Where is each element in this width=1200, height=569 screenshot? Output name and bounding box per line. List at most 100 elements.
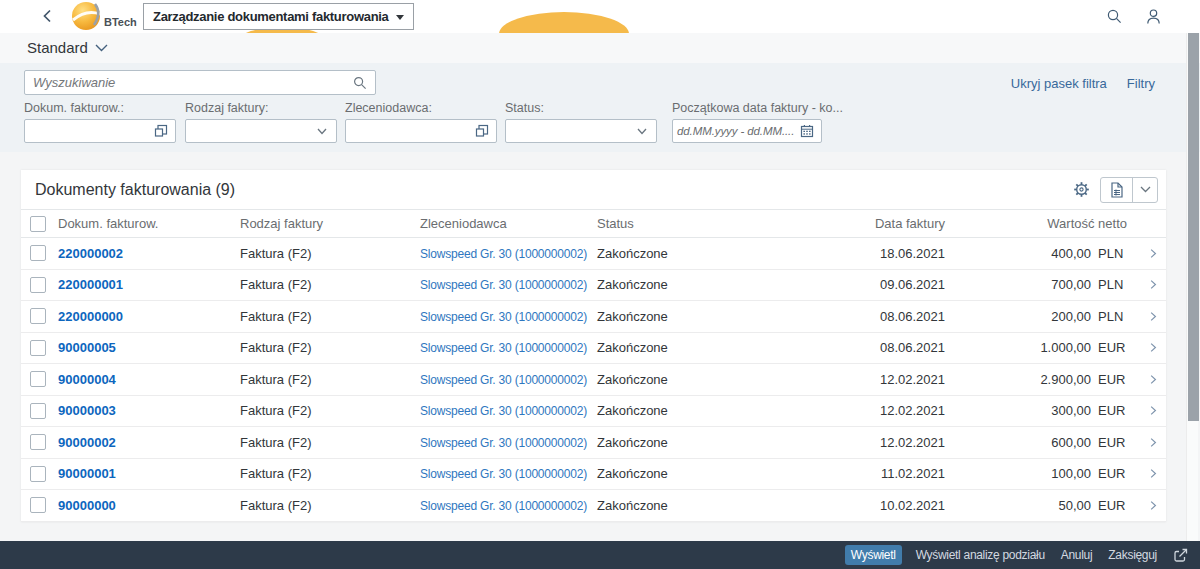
invoice-doc-link[interactable]: 220000001 [58, 277, 123, 292]
row-nav-icon[interactable] [1150, 248, 1157, 259]
table-row[interactable]: 90000002 Faktura (F2) Slowspeed Gr. 30 (… [21, 427, 1166, 459]
payer-input-inner[interactable] [346, 124, 475, 139]
filters-link[interactable]: Filtry [1127, 76, 1155, 91]
payer-link[interactable]: Slowspeed Gr. 30 (1000000002) [420, 467, 587, 481]
row-nav-icon[interactable] [1150, 279, 1157, 290]
payer-link[interactable]: Slowspeed Gr. 30 (1000000002) [420, 278, 587, 292]
hide-filter-bar-link[interactable]: Ukryj pasek filtra [1011, 76, 1107, 91]
payer-link[interactable]: Slowspeed Gr. 30 (1000000002) [420, 341, 587, 355]
export-button[interactable] [1101, 178, 1133, 202]
export-split-button [1100, 177, 1158, 203]
filter-field-payer: Zleceniodawca: [345, 101, 497, 143]
doc-number-input[interactable] [24, 119, 176, 143]
invoice-type-select[interactable] [185, 119, 337, 143]
variant-bar: Standard [0, 33, 1200, 63]
row-checkbox[interactable] [30, 466, 46, 482]
table-row[interactable]: 90000001 Faktura (F2) Slowspeed Gr. 30 (… [21, 459, 1166, 491]
row-checkbox[interactable] [30, 371, 46, 387]
column-header-type[interactable]: Rodzaj faktury [236, 216, 416, 231]
table-row[interactable]: 220000000 Faktura (F2) Slowspeed Gr. 30 … [21, 301, 1166, 333]
invoice-date-range-input[interactable] [672, 119, 822, 143]
doc-number-input-inner[interactable] [25, 124, 154, 139]
row-checkbox[interactable] [30, 434, 46, 450]
shell-search-icon[interactable] [1106, 8, 1123, 25]
invoice-doc-link[interactable]: 90000003 [58, 403, 116, 418]
invoice-date-cell: 12.02.2021 [771, 403, 951, 418]
company-logo[interactable]: BTech [71, 1, 135, 32]
column-header-payer[interactable]: Zleceniodawca [416, 216, 593, 231]
invoice-doc-link[interactable]: 220000000 [58, 309, 123, 324]
app-title-menu[interactable]: Zarządzanie dokumentami fakturowania [143, 3, 414, 30]
column-header-status[interactable]: Status [593, 216, 771, 231]
cancel-button[interactable]: Anuluj [1059, 546, 1095, 564]
display-split-analysis-button[interactable]: Wyświetl analizę podziału [914, 546, 1047, 564]
value-help-icon[interactable] [475, 124, 489, 138]
net-value-cell: 1.000,00EUR [951, 340, 1140, 355]
row-nav-icon[interactable] [1150, 500, 1157, 511]
value-help-icon[interactable] [154, 124, 168, 138]
row-checkbox[interactable] [30, 308, 46, 324]
search-field[interactable] [24, 70, 376, 95]
payer-link[interactable]: Slowspeed Gr. 30 (1000000002) [420, 499, 587, 513]
open-external-icon[interactable] [1173, 548, 1188, 563]
column-header-netvalue[interactable]: Wartość netto [951, 216, 1140, 231]
search-icon[interactable] [353, 76, 367, 90]
table-row[interactable]: 220000001 Faktura (F2) Slowspeed Gr. 30 … [21, 270, 1166, 302]
post-button[interactable]: Zaksięguj [1106, 546, 1159, 564]
status-cell: Zakończone [593, 277, 771, 292]
payer-link[interactable]: Slowspeed Gr. 30 (1000000002) [420, 373, 587, 387]
export-menu-button[interactable] [1133, 178, 1157, 202]
search-input[interactable] [25, 75, 353, 90]
table-title: Dokumenty fakturowania (9) [35, 181, 235, 199]
scrollbar-thumb[interactable] [1188, 33, 1199, 421]
table-row[interactable]: 90000003 Faktura (F2) Slowspeed Gr. 30 (… [21, 396, 1166, 428]
row-nav-icon[interactable] [1150, 311, 1157, 322]
table-settings-icon[interactable] [1073, 181, 1090, 198]
invoice-doc-link[interactable]: 90000004 [58, 372, 116, 387]
invoice-date-cell: 08.06.2021 [771, 340, 951, 355]
invoice-doc-link[interactable]: 90000002 [58, 435, 116, 450]
column-header-date[interactable]: Data faktury [771, 216, 951, 231]
status-select[interactable] [505, 119, 657, 143]
invoice-doc-link[interactable]: 90000001 [58, 466, 116, 481]
invoice-date-cell: 08.06.2021 [771, 309, 951, 324]
row-nav-icon[interactable] [1150, 437, 1157, 448]
payer-link[interactable]: Slowspeed Gr. 30 (1000000002) [420, 310, 587, 324]
user-profile-icon[interactable] [1145, 8, 1162, 25]
row-checkbox[interactable] [30, 340, 46, 356]
row-checkbox[interactable] [30, 497, 46, 513]
table-row[interactable]: 90000000 Faktura (F2) Slowspeed Gr. 30 (… [21, 490, 1166, 522]
row-nav-icon[interactable] [1150, 374, 1157, 385]
row-nav-icon[interactable] [1150, 468, 1157, 479]
back-icon[interactable] [40, 8, 56, 24]
status-select-inner[interactable] [506, 124, 635, 139]
row-checkbox[interactable] [30, 277, 46, 293]
payer-link[interactable]: Slowspeed Gr. 30 (1000000002) [420, 436, 587, 450]
row-checkbox[interactable] [30, 245, 46, 261]
table-row[interactable]: 220000002 Faktura (F2) Slowspeed Gr. 30 … [21, 238, 1166, 270]
invoice-type-select-inner[interactable] [186, 124, 315, 139]
vertical-scrollbar[interactable] [1186, 33, 1198, 541]
payer-link[interactable]: Slowspeed Gr. 30 (1000000002) [420, 247, 587, 261]
invoice-date-cell: 11.02.2021 [771, 466, 951, 481]
invoice-date-cell: 12.02.2021 [771, 435, 951, 450]
invoice-doc-link[interactable]: 220000002 [58, 246, 123, 261]
invoice-doc-link[interactable]: 90000000 [58, 498, 116, 513]
invoice-doc-link[interactable]: 90000005 [58, 340, 116, 355]
row-nav-icon[interactable] [1150, 342, 1157, 353]
column-header-doc[interactable]: Dokum. fakturow. [54, 216, 236, 231]
export-spreadsheet-icon [1109, 182, 1124, 198]
row-nav-icon[interactable] [1150, 405, 1157, 416]
net-value-cell: 600,00EUR [951, 435, 1140, 450]
table-row[interactable]: 90000004 Faktura (F2) Slowspeed Gr. 30 (… [21, 364, 1166, 396]
select-all-checkbox[interactable] [30, 216, 46, 232]
payer-link[interactable]: Slowspeed Gr. 30 (1000000002) [420, 404, 587, 418]
shell-header: BTech Zarządzanie dokumentami fakturowan… [0, 0, 1200, 33]
invoice-date-range-inner[interactable] [673, 125, 800, 137]
row-checkbox[interactable] [30, 403, 46, 419]
payer-input[interactable] [345, 119, 497, 143]
display-button[interactable]: Wyświetl [845, 545, 902, 565]
table-row[interactable]: 90000005 Faktura (F2) Slowspeed Gr. 30 (… [21, 333, 1166, 365]
variant-selector[interactable]: Standard [27, 39, 108, 56]
calendar-icon[interactable] [800, 124, 814, 138]
